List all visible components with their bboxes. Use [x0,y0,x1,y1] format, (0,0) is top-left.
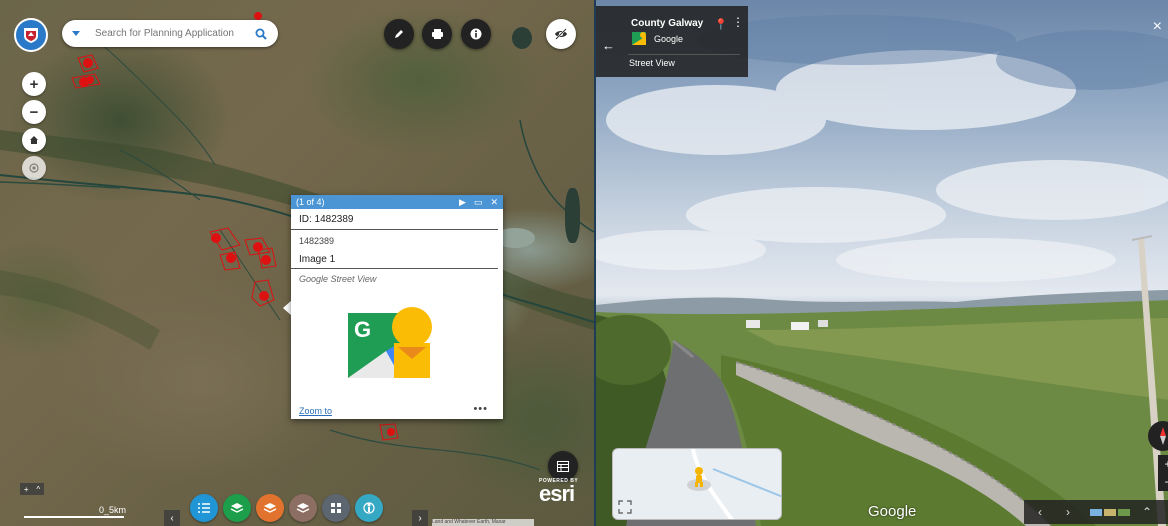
close-icon[interactable]: ✕ [490,197,498,208]
expand-up-icon[interactable]: ⌃ [1142,505,1152,519]
list-icon[interactable] [190,494,218,522]
popup-image-title: Image 1 [291,246,498,269]
popup-title: ID: 1482389 [291,209,498,230]
feature-popup: (1 of 4) ▶ ▭ ✕ ID: 1482389 1482389 Image… [291,195,503,419]
popup-counter: (1 of 4) [296,197,325,207]
svg-text:G: G [354,317,371,342]
toolbar-next-icon[interactable]: › [412,510,428,526]
mini-map[interactable] [612,448,782,520]
street-view-panel[interactable]: ← County Galway Google 📍 ⋮ Street View ×… [594,0,1168,526]
location-title: County Galway [631,18,704,29]
maximize-icon[interactable]: ▭ [474,197,483,208]
sv-next-icon[interactable]: › [1066,505,1070,519]
street-view-card: ← County Galway Google 📍 ⋮ Street View [596,6,748,77]
sv-prev-icon[interactable]: ‹ [1038,505,1042,519]
popup-id-value: 1482389 [299,236,335,246]
sv-zoom-out-icon[interactable]: − [1164,475,1168,489]
zoom-in-icon[interactable]: + [22,72,46,96]
mini-map-roads [618,449,781,519]
logo-icon[interactable] [14,18,48,52]
print-icon[interactable] [422,19,452,49]
zoom-to-link[interactable]: Zoom to [299,406,332,416]
search-icon[interactable] [251,24,271,44]
home-icon[interactable] [22,128,46,152]
google-watermark: Google [868,503,917,520]
info-icon[interactable] [461,19,491,49]
back-arrow-icon[interactable]: ← [602,38,615,53]
locate-icon[interactable] [22,156,46,180]
sv-zoom-controls[interactable]: + − [1158,455,1168,491]
layers2-icon[interactable] [256,494,284,522]
scale-bar: 0_5km [24,505,144,521]
overview-toggle[interactable]: + ^ [20,483,44,495]
search-bar [62,20,278,47]
street-view-label: Street View [629,58,675,68]
map-attribution: Land and Whatever Earth, Maxar [432,519,534,526]
lake [512,27,532,49]
app-window: + − (1 of 4) ▶ ▭ ✕ ID: 1482389 1482389 I… [0,0,1168,526]
collapse-icon: ^ [36,484,41,494]
expand-icon: + [23,484,29,494]
provider-label: Google [654,34,684,44]
lake [565,188,580,243]
popup-image-caption: Google Street View [299,274,377,284]
divider [628,54,740,55]
layers3-icon[interactable] [289,494,317,522]
esri-text: esri [539,481,575,506]
dropdown-icon[interactable] [65,22,87,45]
next-feature-icon[interactable]: ▶ [459,197,466,208]
imagery-strip: ‹ › ⌃ [1024,500,1168,524]
table-icon[interactable] [548,451,578,481]
grid-icon[interactable] [322,494,350,522]
more-options-icon[interactable]: ••• [473,403,488,415]
sv-zoom-in-icon[interactable]: + [1164,457,1168,471]
thumb-3[interactable] [1118,508,1130,516]
pin-icon[interactable]: 📍 [714,18,728,31]
hide-icon[interactable] [546,19,576,49]
widget-toolbar [190,490,383,526]
streetview-icon[interactable] [355,494,383,522]
layers-icon[interactable] [223,494,251,522]
zoom-out-icon[interactable]: − [22,100,46,124]
esri-logo: POWERED BY esri [539,478,578,506]
thumb-1[interactable] [1090,508,1102,516]
search-input[interactable] [95,28,245,39]
streetview-logo-icon[interactable]: G [346,303,436,383]
thumb-2[interactable] [1104,508,1116,516]
popup-header: (1 of 4) ▶ ▭ ✕ [291,195,503,209]
google-maps-icon [632,32,646,45]
map-view[interactable]: + − (1 of 4) ▶ ▭ ✕ ID: 1482389 1482389 I… [0,0,594,526]
edit-icon[interactable] [384,19,414,49]
scale-text: 0_5km [99,505,127,515]
toolbar-prev-icon[interactable]: ‹ [164,510,180,526]
scale-line [24,516,124,518]
more-vert-icon[interactable]: ⋮ [732,16,744,28]
close-icon[interactable]: × [1153,18,1162,36]
